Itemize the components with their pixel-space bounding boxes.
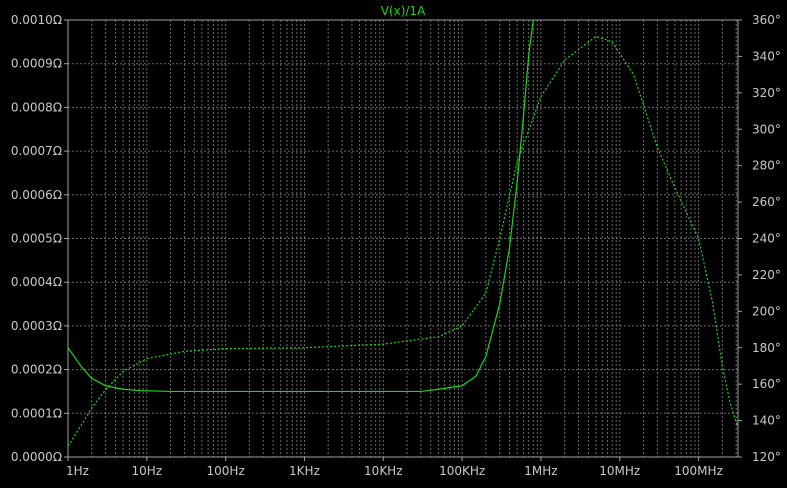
y-left-tick-label: 0.0004Ω (11, 275, 62, 289)
y-right-tick-label: 320° (752, 86, 781, 100)
y-right-tick-label: 340° (752, 49, 781, 63)
plot-canvas[interactable]: 1Hz 10Hz 100Hz 1KHz 10KHz 100KHz 1MHz 10MHz 100M… (0, 0, 787, 488)
y-right-tick-label: 240° (752, 232, 781, 246)
plot-window: 1Hz 10Hz 100Hz 1KHz 10KHz 100KHz 1MHz 10MHz 100M… (0, 0, 787, 488)
y-right-tick-label: 260° (752, 195, 781, 209)
x-tick-label: 10Hz (132, 464, 163, 478)
traces (67, 19, 739, 447)
x-tick-label: 10KHz (364, 464, 402, 478)
x-tick-label: 100KHz (439, 464, 485, 478)
y-left-tick-label: 0.0006Ω (11, 188, 62, 202)
x-tick-label: 10MHz (599, 464, 640, 478)
y-right-tick-label: 160° (752, 377, 781, 391)
y-left-tick-label: 0.0010Ω (11, 13, 62, 27)
y-right-tick-label: 200° (752, 304, 781, 318)
y-right-tick-label: 220° (752, 268, 781, 282)
y-right-tick-label: 180° (752, 341, 781, 355)
y-left-tick-label: 0.0005Ω (11, 232, 62, 246)
phase-trace (67, 35, 739, 447)
tick-labels: 1Hz 10Hz 100Hz 1KHz 10KHz 100KHz 1MHz 10MHz 100M… (11, 13, 781, 478)
x-tick-label: 100Hz (207, 464, 245, 478)
y-right-tick-label: 300° (752, 122, 781, 136)
y-left-tick-label: 0.0008Ω (11, 100, 62, 114)
y-right-tick-label: 360° (752, 13, 781, 27)
x-tick-label: 1MHz (524, 464, 557, 478)
y-left-tick-label: 0.0000Ω (11, 450, 62, 464)
y-left-tick-label: 0.0002Ω (11, 363, 62, 377)
y-right-tick-label: 120° (752, 450, 781, 464)
y-left-tick-label: 0.0007Ω (11, 144, 62, 158)
x-tick-label: 1Hz (66, 464, 89, 478)
plot-frame (64, 19, 742, 461)
trace-title[interactable]: V(x)/1A (381, 4, 426, 18)
y-right-tick-label: 140° (752, 414, 781, 428)
y-right-tick-label: 280° (752, 159, 781, 173)
x-tick-label: 100MHz (674, 464, 723, 478)
x-tick-label: 1KHz (289, 464, 320, 478)
y-left-tick-label: 0.0009Ω (11, 57, 62, 71)
y-left-tick-label: 0.0003Ω (11, 319, 62, 333)
y-left-tick-label: 0.0001Ω (11, 406, 62, 420)
